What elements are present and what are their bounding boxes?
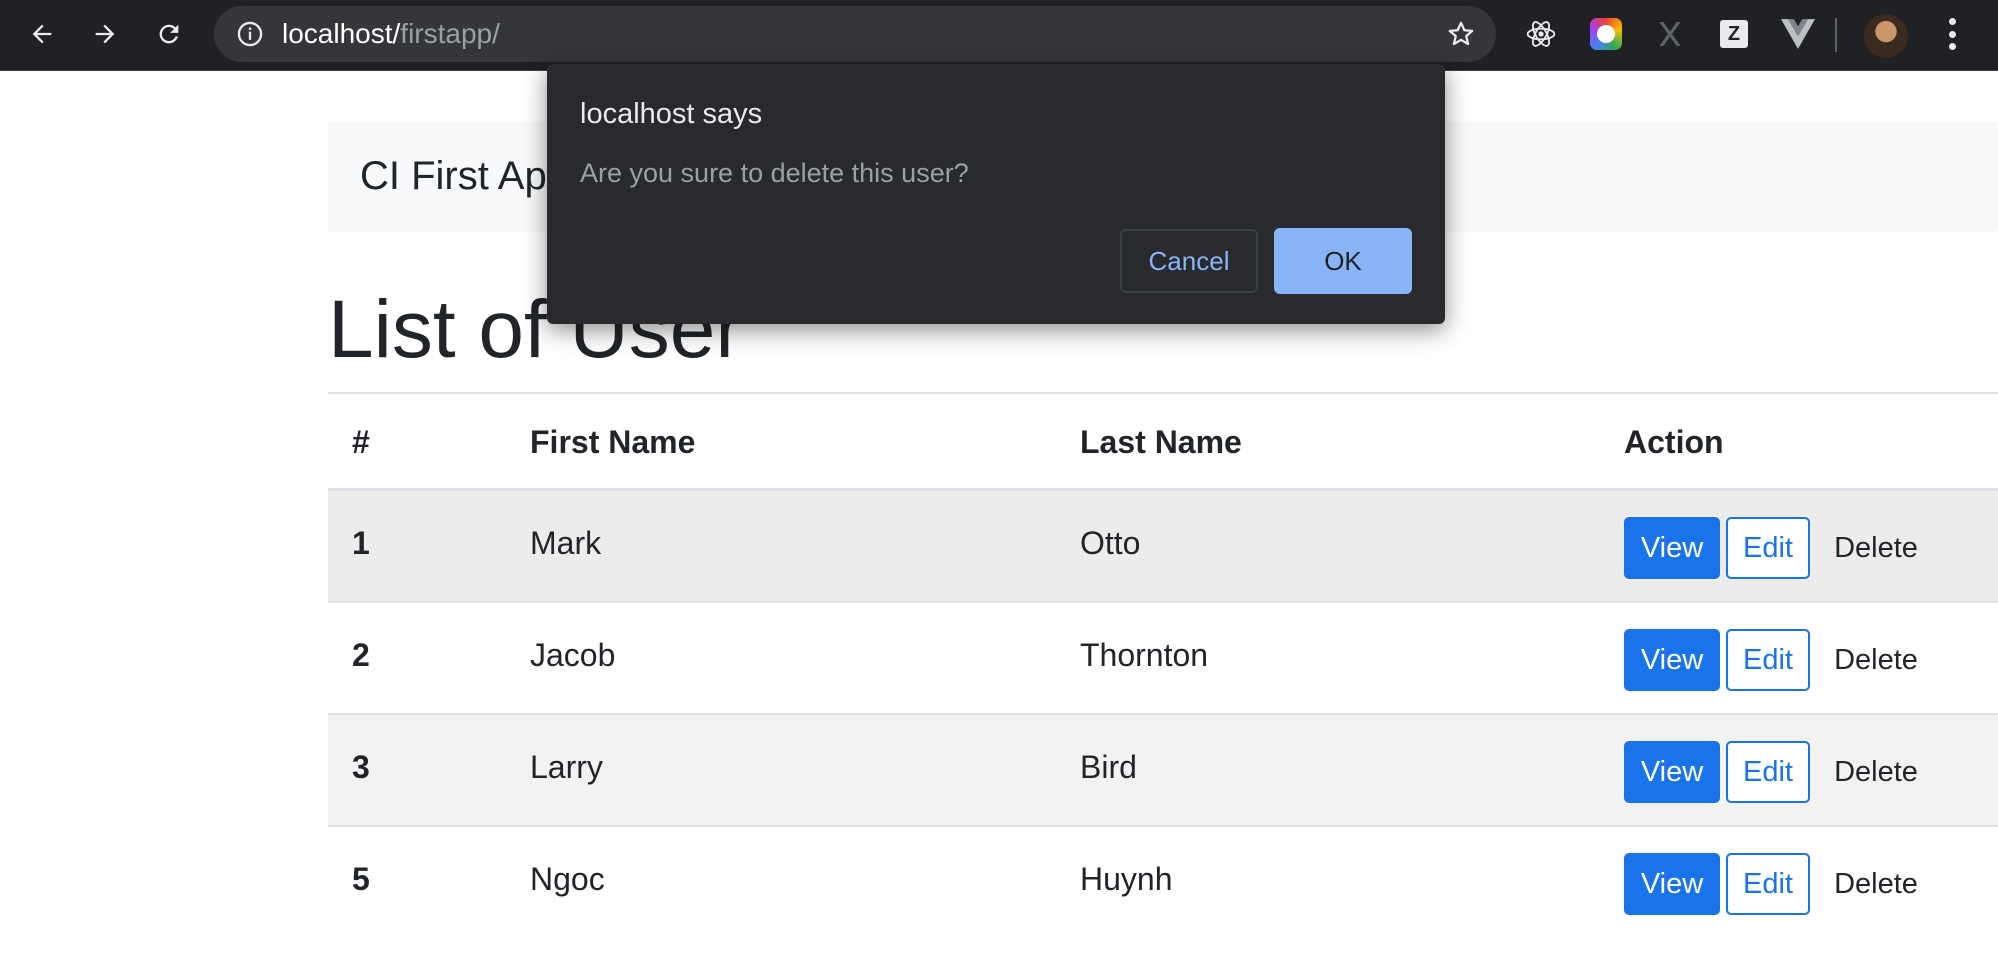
toolbar-separator — [1835, 18, 1837, 52]
view-button[interactable]: View — [1624, 741, 1720, 803]
ok-button[interactable]: OK — [1274, 228, 1412, 294]
edit-button[interactable]: Edit — [1726, 629, 1810, 691]
cell-last-name: Thornton — [1080, 637, 1209, 673]
forward-button[interactable] — [83, 12, 127, 56]
cell-first-name: Larry — [530, 749, 603, 785]
header-action: Action — [1624, 424, 1724, 460]
table-row: 1 Mark Otto View Edit Delete — [328, 491, 1998, 603]
url-path: firstapp/ — [400, 18, 500, 49]
cell-last-name: Huynh — [1080, 861, 1173, 897]
dialog-message: Are you sure to delete this user? — [580, 158, 969, 188]
browser-toolbar: localhost/firstapp/ Z — [0, 0, 1998, 71]
cell-last-name: Otto — [1080, 525, 1141, 561]
arrow-left-icon — [32, 24, 52, 44]
reload-button[interactable] — [147, 12, 191, 56]
edit-button[interactable]: Edit — [1726, 741, 1810, 803]
cell-id: 2 — [352, 637, 370, 673]
url-host: localhost/ — [282, 18, 401, 49]
header-id: # — [352, 424, 370, 460]
back-button[interactable] — [20, 12, 64, 56]
delete-button[interactable]: Delete — [1824, 517, 1928, 579]
cancel-button[interactable]: Cancel — [1120, 229, 1258, 293]
cell-id: 5 — [352, 861, 370, 897]
bookmark-star-icon[interactable] — [1446, 19, 1476, 49]
edit-button[interactable]: Edit — [1726, 517, 1810, 579]
cell-first-name: Mark — [530, 525, 602, 561]
profile-avatar[interactable] — [1864, 14, 1908, 58]
view-button[interactable]: View — [1624, 629, 1720, 691]
cell-last-name: Bird — [1080, 749, 1137, 785]
arrow-right-icon — [95, 24, 115, 44]
navbar-brand[interactable]: CI First Ap — [360, 121, 547, 232]
z-extension-icon[interactable]: Z — [1716, 16, 1752, 52]
delete-button[interactable]: Delete — [1824, 853, 1928, 915]
table-row: 2 Jacob Thornton View Edit Delete — [328, 603, 1998, 715]
reload-icon — [159, 24, 179, 44]
react-devtools-icon[interactable] — [1523, 16, 1559, 52]
table-row: 5 Ngoc Huynh View Edit Delete — [328, 827, 1998, 939]
browser-menu-icon[interactable] — [1937, 16, 1967, 52]
header-last-name: Last Name — [1080, 424, 1242, 460]
cell-id: 3 — [352, 749, 370, 785]
address-bar[interactable]: localhost/firstapp/ — [214, 6, 1496, 62]
cell-first-name: Ngoc — [530, 861, 605, 897]
cell-first-name: Jacob — [530, 637, 616, 673]
url-text[interactable]: localhost/firstapp/ — [282, 6, 500, 62]
view-button[interactable]: View — [1624, 517, 1720, 579]
header-first-name: First Name — [530, 424, 696, 460]
confirm-dialog: localhost says Are you sure to delete th… — [547, 64, 1445, 324]
cell-id: 1 — [352, 525, 370, 561]
dialog-title: localhost says — [580, 98, 763, 130]
edit-button[interactable]: Edit — [1726, 853, 1810, 915]
table-row: 3 Larry Bird View Edit Delete — [328, 715, 1998, 827]
x-extension-icon[interactable] — [1652, 16, 1688, 52]
table-header: # First Name Last Name Action — [328, 392, 1998, 491]
view-button[interactable]: View — [1624, 853, 1720, 915]
delete-button[interactable]: Delete — [1824, 629, 1928, 691]
color-picker-icon[interactable] — [1588, 16, 1624, 52]
users-table: # First Name Last Name Action 1 Mark Ott… — [328, 392, 1998, 939]
vue-devtools-icon[interactable] — [1780, 16, 1816, 52]
delete-button[interactable]: Delete — [1824, 741, 1928, 803]
info-icon[interactable] — [236, 20, 264, 48]
